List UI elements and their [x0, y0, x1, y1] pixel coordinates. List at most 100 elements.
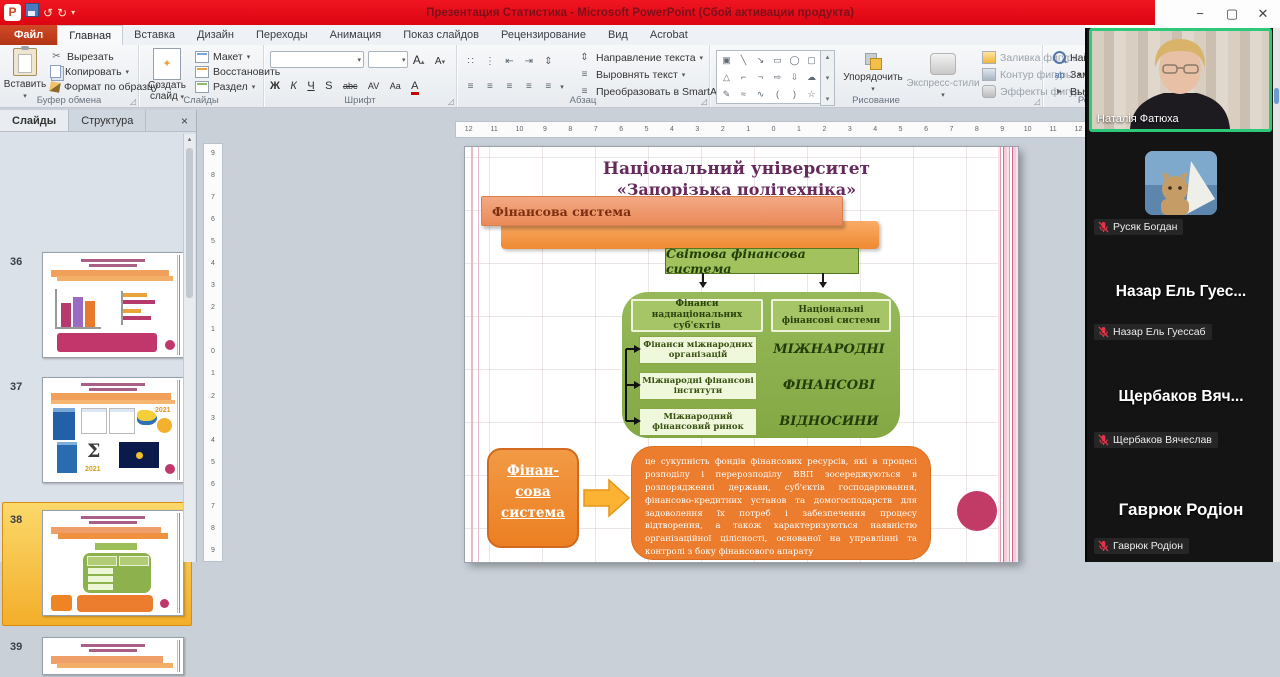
- text-direction-icon: ⇕: [577, 51, 592, 65]
- item-box-financial-institutes[interactable]: Міжнародні фінансові інститути: [639, 372, 757, 400]
- tab-review[interactable]: Рецензирование: [490, 25, 597, 45]
- shrink-font-button[interactable]: A▾: [435, 56, 445, 67]
- tab-file[interactable]: Файл: [0, 25, 57, 45]
- scroll-up-icon[interactable]: ▴: [826, 53, 830, 61]
- tab-transitions[interactable]: Переходы: [245, 25, 319, 45]
- participant-name-label: Наталія Фатюха: [1097, 113, 1179, 125]
- dialog-launcher-icon[interactable]: ◿: [448, 97, 454, 106]
- line-spacing-button[interactable]: ⇕: [541, 55, 556, 69]
- horizontal-ruler: 1211109876543210123456789101112: [455, 121, 1092, 138]
- font-size-select[interactable]: ▾: [368, 51, 408, 68]
- align-center-button[interactable]: ≡: [482, 80, 497, 94]
- text-shadow-button[interactable]: S: [325, 80, 332, 92]
- participant-tile[interactable]: Щербаков Вяч... Щербаков Вячеслав: [1087, 352, 1275, 458]
- meeting-scrollbar-thumb[interactable]: [1274, 88, 1279, 104]
- participant-tile[interactable]: Гаврюк Родіон Гаврюк Родіон: [1087, 458, 1275, 562]
- change-case-button[interactable]: Aa: [390, 81, 401, 91]
- columns-button[interactable]: ≡: [541, 80, 556, 94]
- increase-indent-button[interactable]: ⇥: [521, 55, 536, 69]
- section-label: Раздел: [213, 81, 248, 93]
- save-button[interactable]: [25, 3, 39, 22]
- align-right-button[interactable]: ≡: [502, 80, 517, 94]
- tab-design[interactable]: Дизайн: [186, 25, 245, 45]
- font-name-select[interactable]: ▾: [270, 51, 364, 68]
- underline-button[interactable]: Ч: [307, 80, 314, 92]
- redo-icon[interactable]: ↻: [57, 7, 67, 19]
- arrange-label: Упорядочить: [840, 72, 906, 83]
- item-box-international-orgs[interactable]: Фінанси міжнародних організацій: [639, 336, 757, 364]
- align-text-button[interactable]: ≡Выровнять текст▾: [577, 67, 685, 82]
- qat-dropdown-icon[interactable]: ▾: [71, 8, 75, 17]
- slide-title[interactable]: Національний університет «Запорізька пол…: [495, 159, 978, 200]
- tab-home[interactable]: Главная: [57, 25, 123, 45]
- financial-system-callout[interactable]: Фінан- сова система: [487, 448, 579, 548]
- header-box-supranational[interactable]: Фінанси наднаціональних суб'єктів: [631, 299, 763, 332]
- dialog-launcher-icon[interactable]: ◿: [130, 97, 136, 106]
- quick-styles-label: Экспресс-стили: [906, 78, 980, 89]
- new-slide-icon: ✦: [153, 48, 181, 80]
- scroll-up-icon[interactable]: ▴: [184, 134, 195, 146]
- slide-thumbnail-37[interactable]: 2021 Σ 2021: [42, 377, 184, 483]
- yellow-block-arrow[interactable]: [583, 477, 631, 519]
- item-box-financial-market[interactable]: Міжнародний фінансовий ринок: [639, 408, 757, 436]
- scrollbar-thumb[interactable]: [186, 148, 193, 298]
- powerpoint-logo-icon: P: [4, 4, 21, 21]
- grow-font-button[interactable]: A▴: [413, 53, 425, 67]
- character-spacing-button[interactable]: AV: [368, 81, 379, 91]
- slide-thumbnail-39[interactable]: [42, 637, 184, 675]
- participant-tile[interactable]: Назар Ель Гуес... Назар Ель Гуессаб: [1087, 245, 1275, 352]
- paste-button[interactable]: Вставить ▾: [2, 48, 48, 101]
- group-slides: ✦ Создать слайд ▾ Макет▾ Восстановить Ра…: [139, 45, 264, 107]
- caret-icon: ▾: [252, 83, 256, 91]
- slide-thumbnail-36[interactable]: [42, 252, 184, 358]
- pink-circle-decoration[interactable]: [957, 491, 997, 531]
- dialog-launcher-icon[interactable]: ◿: [1034, 97, 1040, 106]
- font-color-button[interactable]: A: [411, 80, 418, 95]
- slide-canvas[interactable]: Національний університет «Запорізька пол…: [465, 147, 1018, 562]
- scroll-down-icon[interactable]: ▾: [826, 74, 830, 82]
- slides-panel: Слайды Структура × 36: [0, 110, 197, 562]
- panel-tab-slides[interactable]: Слайды: [0, 110, 69, 131]
- group-label-slides: Слайды: [139, 95, 263, 106]
- bold-button[interactable]: Ж: [270, 80, 280, 92]
- participant-tile[interactable]: Русяк Богдан: [1087, 135, 1275, 245]
- group-drawing: ▣╲↘▭◯▢△⌐¬⇨⇩☁✎≈∿()☆ ▴ ▾ ▾ Упорядочить ▾ Э…: [710, 45, 1043, 107]
- decrease-indent-button[interactable]: ⇤: [502, 55, 517, 69]
- participant-tile[interactable]: Наталія Фатюха: [1089, 28, 1272, 132]
- meeting-scrollbar[interactable]: [1273, 28, 1280, 562]
- meeting-close-button[interactable]: ✕: [1248, 0, 1278, 28]
- definition-text-box[interactable]: це сукупність фондів фінансових ресурсів…: [631, 446, 931, 560]
- new-slide-label: Создать: [141, 80, 193, 91]
- text-direction-button[interactable]: ⇕Направление текста▾: [577, 50, 703, 65]
- meeting-maximize-button[interactable]: ▢: [1217, 0, 1247, 28]
- slide-cell-36: 36: [0, 252, 184, 364]
- italic-button[interactable]: К: [290, 80, 296, 92]
- undo-icon[interactable]: ↺: [43, 7, 53, 19]
- meeting-panel: Наталія Фатюха Русяк Богдан Наза: [1085, 28, 1280, 562]
- tab-animations[interactable]: Анимация: [319, 25, 393, 45]
- panel-tab-outline[interactable]: Структура: [69, 110, 146, 131]
- slide-thumbnail-38[interactable]: [42, 510, 184, 616]
- panel-close-icon[interactable]: ×: [173, 110, 196, 131]
- quick-styles-button[interactable]: Экспресс-стили ▾: [906, 53, 980, 100]
- cut-label: Вырезать: [67, 51, 114, 63]
- meeting-minimize-button[interactable]: −: [1185, 0, 1215, 28]
- world-financial-system-box[interactable]: Світова фінансова система: [665, 248, 859, 274]
- tab-view[interactable]: Вид: [597, 25, 639, 45]
- header-box-national[interactable]: Національні фінансові системи: [771, 299, 891, 332]
- bullets-button[interactable]: ∷: [463, 55, 478, 69]
- tab-acrobat[interactable]: Acrobat: [639, 25, 699, 45]
- strikethrough-button[interactable]: abc: [343, 81, 358, 91]
- tab-slideshow[interactable]: Показ слайдов: [392, 25, 490, 45]
- arrange-button[interactable]: Упорядочить ▾: [840, 53, 906, 94]
- tab-insert[interactable]: Вставка: [123, 25, 186, 45]
- align-text-icon: ≡: [577, 68, 592, 82]
- justify-button[interactable]: ≡: [521, 80, 536, 94]
- financial-system-banner[interactable]: Фінансова система: [481, 196, 843, 226]
- align-left-button[interactable]: ≡: [463, 80, 478, 94]
- numbering-button[interactable]: ⋮: [482, 55, 497, 69]
- dialog-launcher-icon[interactable]: ◿: [701, 97, 707, 106]
- slide-number: 39: [10, 641, 22, 653]
- caret-icon: ▾: [871, 86, 875, 93]
- panel-scrollbar[interactable]: ▴: [183, 134, 195, 562]
